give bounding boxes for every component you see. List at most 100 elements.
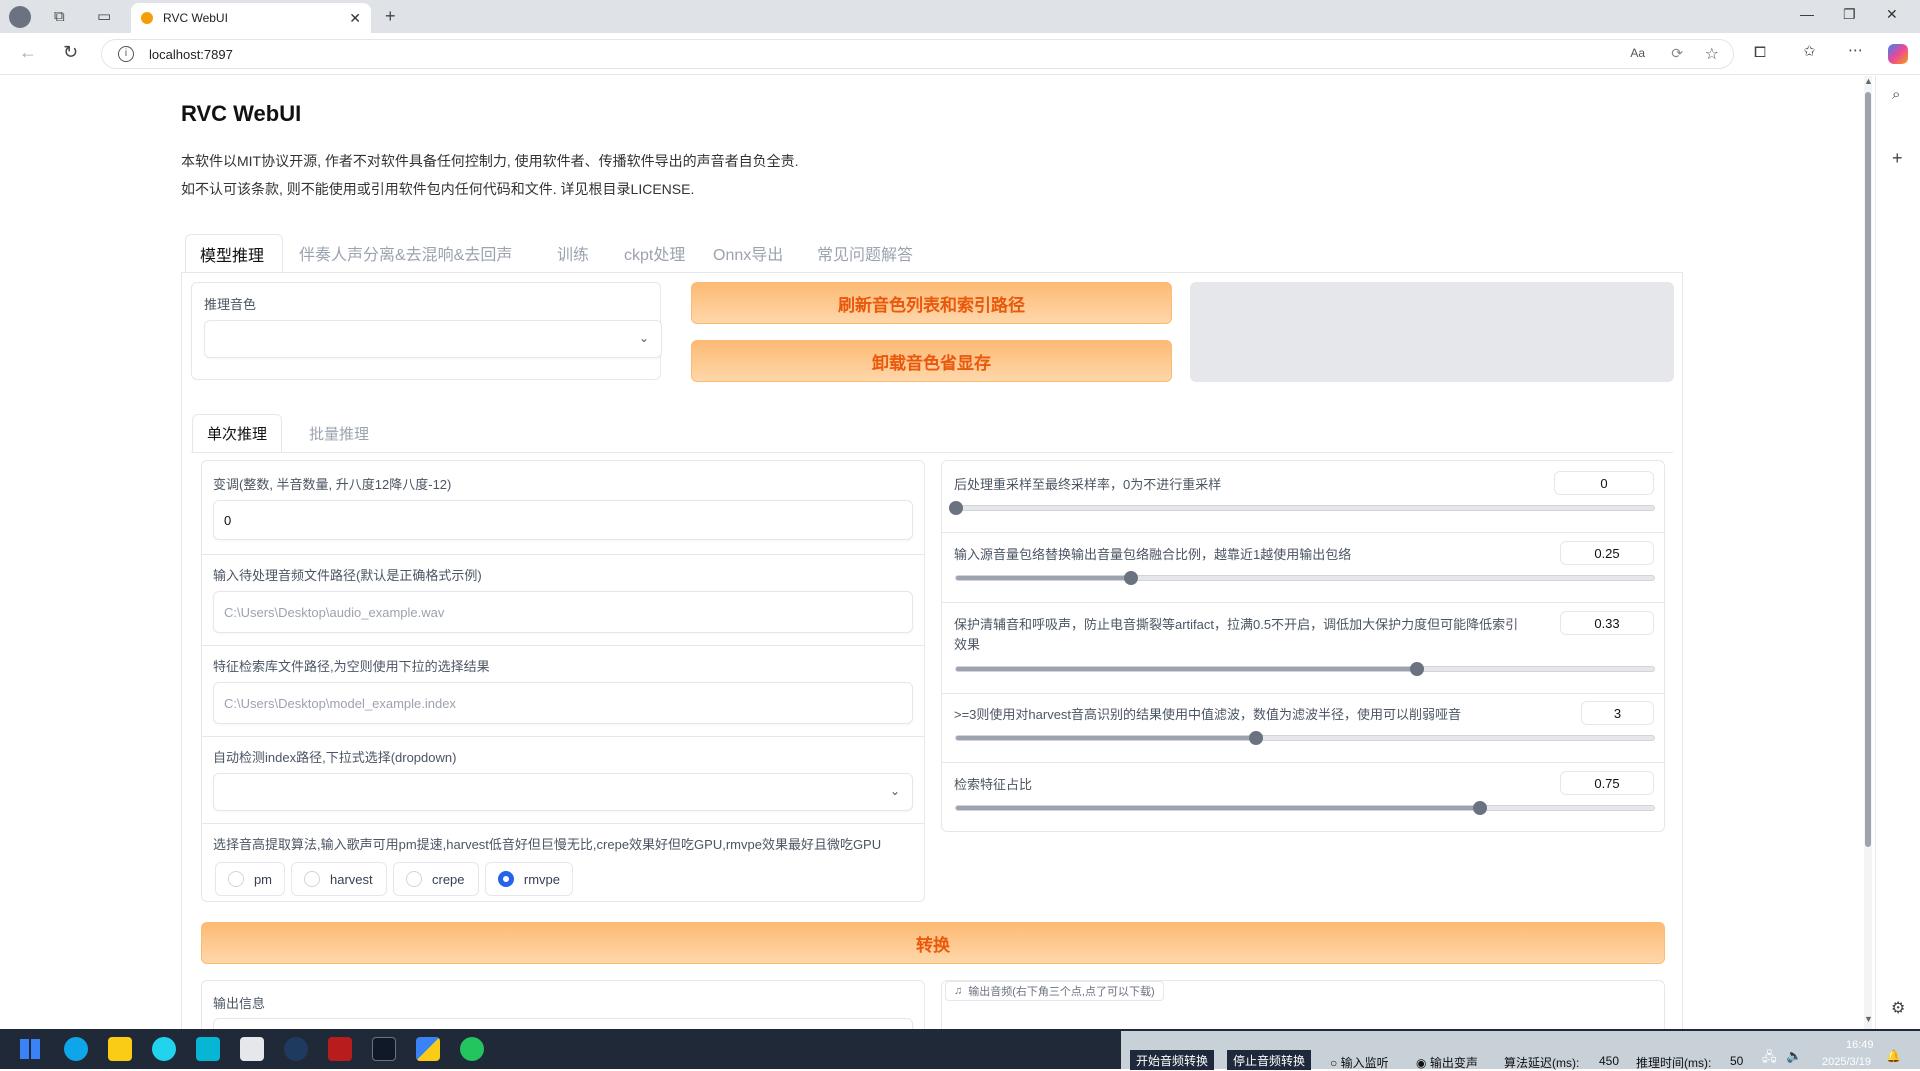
index-path-input[interactable]: C:\Users\Desktop\model_example.index	[213, 682, 913, 724]
clock-time: 16:49	[1846, 1039, 1874, 1051]
scroll-down-icon[interactable]: ▼	[1864, 1014, 1873, 1024]
profile-avatar[interactable]	[9, 6, 31, 28]
radio-rmvpe-dot	[498, 871, 514, 887]
reload-icon[interactable]: ↻	[63, 43, 78, 61]
windows-start-icon[interactable]	[20, 1039, 40, 1059]
add-sidebar-icon[interactable]: +	[1892, 148, 1903, 169]
steam-icon[interactable]	[284, 1037, 308, 1061]
divider	[202, 736, 924, 737]
slider-thumb[interactable]	[1409, 662, 1424, 676]
close-tab-icon[interactable]: ✕	[349, 10, 361, 27]
output-voice-radio[interactable]: ◉ 输出变声	[1416, 1054, 1478, 1071]
restore-icon[interactable]: ❐	[1843, 6, 1856, 23]
sub-tabs-border	[191, 452, 1673, 453]
pitch-input[interactable]: 0	[213, 500, 913, 540]
back-icon[interactable]: ←	[19, 43, 37, 61]
input-monitor-label: 输入监听	[1340, 1056, 1389, 1070]
radio-crepe[interactable]: crepe	[393, 862, 479, 896]
tab-single-inference[interactable]: 单次推理	[192, 414, 283, 452]
tab-actions-icon[interactable]: ▭	[97, 9, 111, 24]
address-text: localhost:7897	[149, 47, 233, 62]
unload-voice-button[interactable]: 卸载音色省显存	[691, 340, 1172, 382]
auto-index-label: 自动检测index路径,下拉式选择(dropdown)	[213, 750, 457, 765]
stop-conversion-button[interactable]: 停止音频转换	[1227, 1050, 1312, 1070]
tab-onnx-export[interactable]: Onnx导出	[699, 234, 797, 272]
slider-thumb[interactable]	[949, 501, 963, 515]
wechat-icon[interactable]	[460, 1037, 484, 1061]
more-options-icon[interactable]: ⋯	[1848, 43, 1863, 58]
tab-train[interactable]: 训练	[543, 234, 603, 272]
app-icon[interactable]	[240, 1037, 264, 1061]
favorites-icon[interactable]: ✩	[1803, 44, 1816, 59]
protect-slider[interactable]	[955, 662, 1655, 676]
scroll-up-icon[interactable]: ▲	[1864, 76, 1873, 86]
music-note-icon: ♫	[954, 985, 963, 997]
app-icon[interactable]	[196, 1037, 220, 1061]
terminal-icon[interactable]	[372, 1037, 396, 1061]
favorite-star-icon[interactable]: ☆	[1705, 44, 1719, 64]
pitch-value: 0	[224, 512, 232, 528]
input-monitor-radio[interactable]: ○ 输入监听	[1330, 1054, 1389, 1071]
start-conversion-button[interactable]: 开始音频转换	[1130, 1050, 1215, 1070]
protect-label-cont: 效果	[954, 637, 981, 652]
infer-time-value: 50	[1730, 1054, 1744, 1068]
slider-thumb[interactable]	[1472, 801, 1487, 815]
tab-ckpt[interactable]: ckpt处理	[610, 234, 699, 272]
settings-gear-icon[interactable]: ⚙	[1891, 998, 1905, 1018]
protect-value[interactable]: 0.33	[1560, 611, 1654, 635]
filter-radius-slider[interactable]	[955, 731, 1655, 745]
close-window-icon[interactable]: ✕	[1886, 6, 1898, 23]
tab-vocal-separation[interactable]: 伴奏人声分离&去混响&去回声	[285, 234, 526, 272]
convert-button[interactable]: 转换	[201, 922, 1665, 964]
minimize-icon[interactable]: —	[1800, 6, 1814, 22]
rms-mix-value[interactable]: 0.25	[1560, 541, 1654, 565]
python-icon[interactable]	[416, 1037, 440, 1061]
copilot-icon[interactable]	[1888, 44, 1908, 64]
radio-crepe-label: crepe	[432, 871, 465, 887]
read-aloud-icon[interactable]: Aa	[1630, 46, 1645, 60]
clock-date: 2025/3/19	[1822, 1056, 1871, 1068]
tray-volume-icon[interactable]: 🔈	[1786, 1048, 1802, 1064]
divider	[942, 532, 1664, 533]
radio-harvest[interactable]: harvest	[291, 862, 387, 896]
audio-path-input[interactable]: C:\Users\Desktop\audio_example.wav	[213, 591, 913, 633]
voicemeeter-icon[interactable]	[328, 1037, 352, 1061]
edge-browser-icon[interactable]	[64, 1037, 88, 1061]
radio-pm[interactable]: pm	[215, 862, 285, 896]
radio-rmvpe[interactable]: rmvpe	[485, 862, 573, 896]
tab-faq[interactable]: 常见问题解答	[803, 234, 927, 272]
collections-icon[interactable]: ⧉	[54, 9, 65, 24]
auto-index-dropdown[interactable]: ⌄	[213, 773, 913, 811]
notification-icon[interactable]: 🔔	[1886, 1049, 1901, 1063]
resample-value[interactable]: 0	[1554, 471, 1654, 495]
slider-fill	[956, 667, 1417, 671]
tab-batch-inference[interactable]: 批量推理	[295, 414, 383, 452]
search-app-icon[interactable]	[152, 1037, 176, 1061]
index-rate-value[interactable]: 0.75	[1560, 771, 1654, 795]
radio-harvest-dot	[304, 871, 320, 887]
extensions-icon[interactable]: ⧠	[1754, 45, 1766, 60]
tab-title: RVC WebUI	[163, 11, 228, 25]
rms-mix-slider[interactable]	[955, 571, 1655, 585]
site-info-icon[interactable]: i	[118, 46, 134, 62]
divider	[202, 823, 924, 824]
voice-select-dropdown[interactable]: ⌄	[204, 320, 662, 358]
resample-slider[interactable]	[949, 501, 1655, 515]
new-tab-icon[interactable]: +	[385, 7, 396, 25]
search-icon[interactable]: ⌕	[1892, 86, 1900, 103]
file-explorer-icon[interactable]	[108, 1037, 132, 1061]
slider-thumb[interactable]	[1123, 571, 1138, 585]
output-info-textbox[interactable]	[213, 1018, 913, 1029]
edge-sidebar: ⌕ + ⚙	[1875, 76, 1920, 1029]
tab-model-inference[interactable]: 模型推理	[185, 234, 283, 272]
refresh-translate-icon[interactable]: ⟳	[1671, 45, 1683, 62]
f0-method-label: 选择音高提取算法,输入歌声可用pm提速,harvest低音好但巨慢无比,crep…	[213, 837, 882, 852]
tray-network-icon[interactable]: 🖧	[1762, 1048, 1777, 1070]
index-rate-slider[interactable]	[955, 801, 1655, 815]
scrollbar-thumb[interactable]	[1865, 92, 1871, 847]
filter-radius-value[interactable]: 3	[1581, 701, 1654, 725]
browser-tab-active[interactable]: RVC WebUI ✕	[131, 3, 371, 33]
refresh-voice-list-button[interactable]: 刷新音色列表和索引路径	[691, 282, 1172, 324]
address-bar[interactable]: i localhost:7897 Aa ⟳ ☆	[101, 39, 1734, 69]
output-audio-badge: ♫ 输出音频(右下角三个点,点了可以下载)	[945, 981, 1164, 1001]
